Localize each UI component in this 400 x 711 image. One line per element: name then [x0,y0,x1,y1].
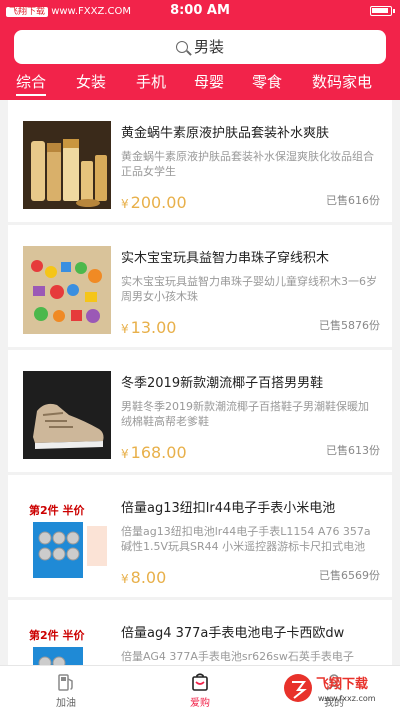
tab-fuel[interactable]: 加油 [26,666,106,711]
product-image-battery-2: 第2件 半价 [23,621,111,665]
category-tabs: 综合 女装 手机 母婴 零食 数码家电 [0,70,400,100]
product-image-beads [23,246,111,334]
svg-text:www.fxxz.com: www.fxxz.com [318,694,376,703]
shopping-bag-icon [192,673,208,691]
product-desc: 实木宝宝玩具益智力串珠子婴幼儿童穿线积木3一6岁周男女小孩木珠 [121,275,377,303]
product-title[interactable]: 实木宝宝玩具益智力串珠子穿线积木 [121,247,386,266]
product-sold: 已售616份 [326,194,380,207]
tab-phones[interactable]: 手机 [136,70,166,94]
product-price: ¥13.00 [121,318,177,337]
product-price: ¥200.00 [121,193,187,212]
tab-snacks[interactable]: 零食 [252,70,282,94]
product-image-sneaker [23,371,111,459]
product-desc: 黄金蜗牛素原液护肤品套装补水保湿爽肤化妆品组合正品女学生 [121,150,374,178]
product-image-battery: 第2件 半价 [23,496,111,584]
search-bar[interactable]: 男装 [14,30,386,64]
product-sold: 已售6569份 [319,569,380,582]
tab-shop-label: 爱购 [190,698,210,709]
product-price: ¥168.00 [121,443,187,462]
product-price: ¥8.00 [121,568,167,587]
status-bar: 飞翔下载 www.FXXZ.COM 8:00 AM [0,0,400,22]
tab-womens[interactable]: 女装 [76,70,106,94]
watermark-overlay: 飞翔下载 www.fxxz.com [282,668,392,708]
svg-text:飞翔下载: 飞翔下载 [316,676,368,692]
search-placeholder: 男装 [193,38,224,56]
product-title[interactable]: 倍量ag4 377a手表电池电子卡西欧dw [121,622,386,641]
product-title[interactable]: 黄金蜗牛素原液护肤品套装补水爽肤 [121,122,386,141]
product-card[interactable]: 黄金蜗牛素原液护肤品套装补水爽肤 黄金蜗牛素原液护肤品套装补水保湿爽肤化妆品组合… [8,100,392,222]
tab-all[interactable]: 综合 [16,70,47,96]
product-desc: 倍量AG4 377A手表电池sr626sw石英手表电子 [121,650,354,663]
product-card[interactable]: 第2件 半价 倍量ag4 377a手表电池电子卡西欧dw 倍量AG4 377A手… [8,600,392,665]
product-desc: 倍量ag13纽扣电池lr44电子手表L1154 A76 357a碱性1.5V玩具… [121,525,371,553]
product-card[interactable]: 冬季2019新款潮流椰子百搭男男鞋 男鞋冬季2019新款潮流椰子百搭鞋子男潮鞋保… [8,350,392,472]
tab-electronics[interactable]: 数码家电 [312,70,372,94]
product-desc: 男鞋冬季2019新款潮流椰子百搭鞋子男潮鞋保暖加绒棉鞋高帮老爹鞋 [121,400,369,428]
header: 男装 综合 女装 手机 母婴 零食 数码家电 [0,22,400,100]
tab-fuel-label: 加油 [56,698,76,709]
product-sold: 已售5876份 [319,319,380,332]
battery-icon [370,6,395,16]
search-icon [175,41,188,53]
product-title[interactable]: 倍量ag13纽扣lr44电子手表小米电池 [121,497,386,516]
product-card[interactable]: 第2件 半价 倍量ag13纽扣lr44电子手表小米电池 倍量ag13纽扣电池lr… [8,475,392,597]
svg-text:第2件 半价: 第2件 半价 [29,503,85,517]
tab-baby[interactable]: 母婴 [194,70,224,94]
status-time: 8:00 AM [170,3,230,18]
product-title[interactable]: 冬季2019新款潮流椰子百搭男男鞋 [121,372,386,391]
fuel-pump-icon [58,674,73,691]
product-list: 黄金蜗牛素原液护肤品套装补水爽肤 黄金蜗牛素原液护肤品套装补水保湿爽肤化妆品组合… [0,100,400,665]
tab-shop[interactable]: 爱购 [160,666,240,711]
product-card[interactable]: 实木宝宝玩具益智力串珠子穿线积木 实木宝宝玩具益智力串珠子婴幼儿童穿线积木3一6… [8,225,392,347]
product-image-cosmetics [23,121,111,209]
product-sold: 已售613份 [326,444,380,457]
svg-text:第2件 半价: 第2件 半价 [29,628,85,642]
